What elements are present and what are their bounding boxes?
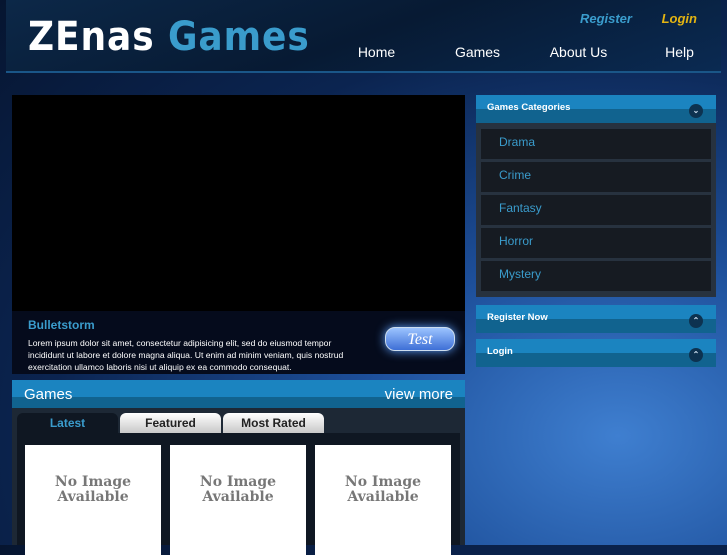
header: ZEnas Games Register Login Home Games Ab… [6,0,721,73]
tab-most-rated[interactable]: Most Rated [223,413,324,433]
login-header[interactable]: Login ⌃ [476,339,716,367]
nav-games[interactable]: Games [427,44,528,60]
tab-featured-reviews[interactable]: Featured Reviews [120,413,221,450]
category-drama[interactable]: Drama [481,129,711,159]
category-horror[interactable]: Horror [481,228,711,258]
logo[interactable]: ZEnas Games [28,14,310,60]
sidebar: Games Categories ⌄ Drama Crime Fantasy Ho… [476,95,716,367]
logo-text: ZEnas [28,14,168,60]
test-button[interactable]: Test [385,327,455,351]
game-tile[interactable]: No Image Available [170,445,306,555]
top-links: Register Login [554,11,697,26]
register-link[interactable]: Register [580,11,632,26]
category-crime[interactable]: Crime [481,162,711,192]
games-title: Games [24,385,73,403]
game-tiles: No Image Available No Image Available No… [17,433,460,555]
games-tabs: Latest Featured Reviews Most Rated [17,413,465,450]
featured-title: Bulletstorm [28,318,95,332]
featured-caption: Bulletstorm Lorem ipsum dolor sit amet, … [12,311,465,374]
game-tile[interactable]: No Image Available [315,445,451,555]
tab-latest[interactable]: Latest [17,413,118,433]
nav-help[interactable]: Help [629,44,727,60]
category-mystery[interactable]: Mystery [481,261,711,291]
nav-home[interactable]: Home [326,44,427,60]
register-now-header[interactable]: Register Now ⌃ [476,305,716,333]
categories-title: Games Categories [487,102,571,113]
nav-about-us[interactable]: About Us [528,44,629,60]
chevron-down-icon[interactable]: ⌄ [689,104,703,118]
categories-header[interactable]: Games Categories ⌄ [476,95,716,123]
video-player[interactable] [12,95,465,311]
login-link[interactable]: Login [662,11,697,26]
chevron-up-icon[interactable]: ⌃ [689,314,703,328]
game-tile[interactable]: No Image Available [25,445,161,555]
categories-list: Drama Crime Fantasy Horror Mystery [476,123,716,297]
category-fantasy[interactable]: Fantasy [481,195,711,225]
games-header: Games view more [12,380,465,408]
view-more-link[interactable]: view more [385,386,453,403]
featured-description: Lorem ipsum dolor sit amet, consectetur … [28,338,344,372]
logo-text-accent: Games [167,14,310,60]
main-nav: Home Games About Us Help [326,44,727,60]
chevron-up-icon[interactable]: ⌃ [689,348,703,362]
login-title: Login [487,346,513,357]
games-panel: Games view more Latest Featured Reviews … [12,380,465,555]
register-now-title: Register Now [487,312,548,323]
